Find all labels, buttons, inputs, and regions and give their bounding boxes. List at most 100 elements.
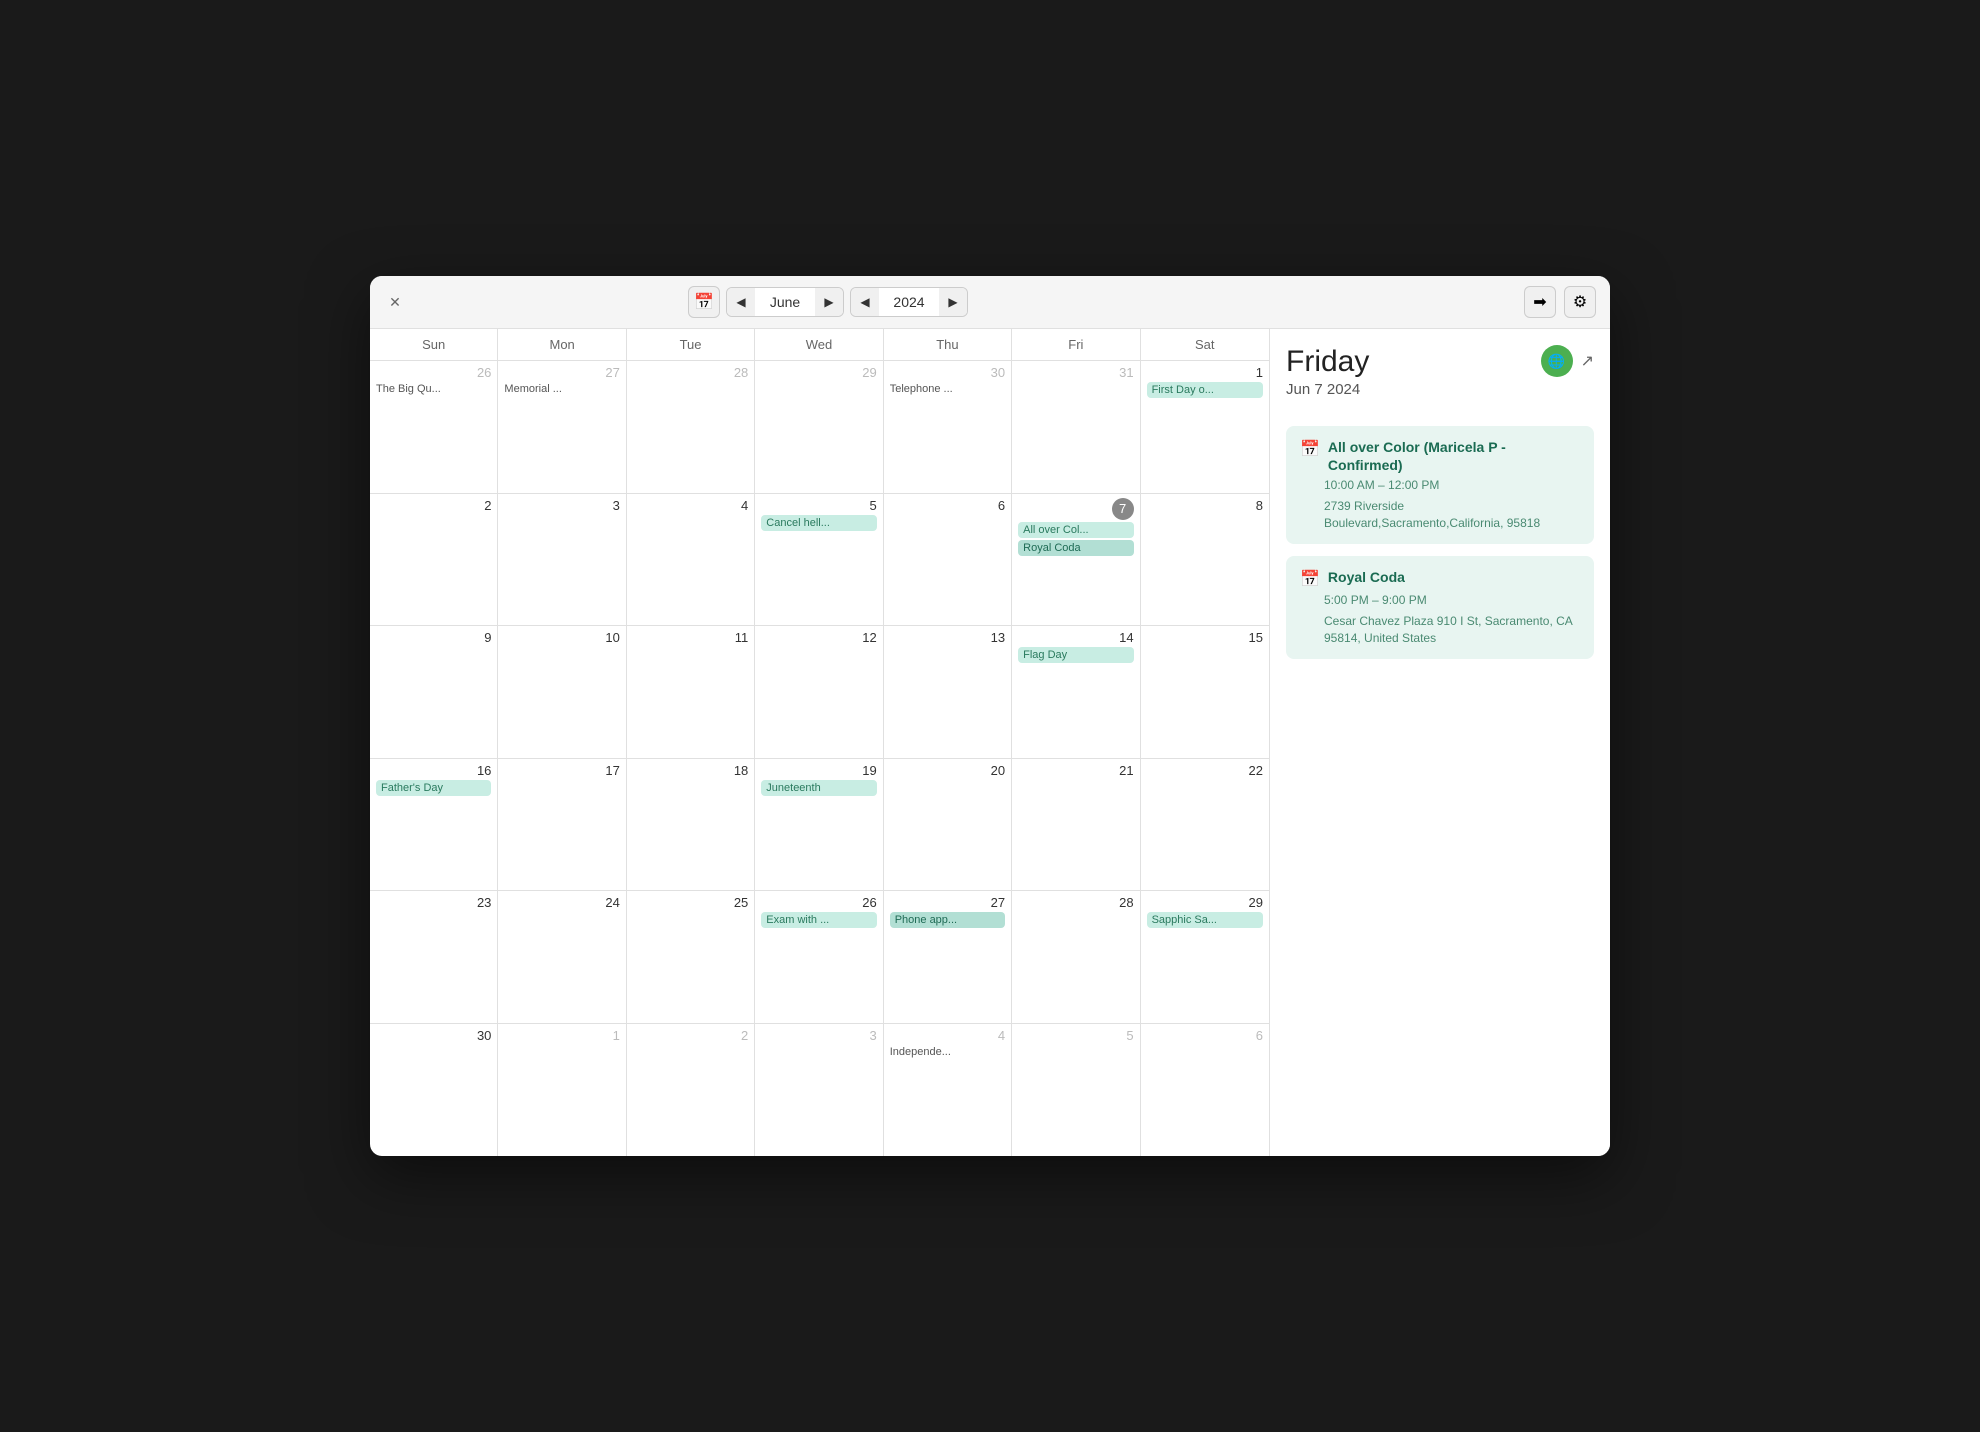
calendar-cell-2-2[interactable]: 11: [627, 626, 755, 758]
globe-icon-button[interactable]: 🌐: [1541, 345, 1573, 377]
cell-number: 5: [761, 498, 876, 513]
cell-number: 27: [504, 365, 619, 380]
event-chip[interactable]: Sapphic Sa...: [1147, 912, 1263, 928]
event-chip[interactable]: The Big Qu...: [376, 382, 491, 396]
cell-number: 14: [1018, 630, 1133, 645]
cell-number: 5: [1018, 1028, 1133, 1043]
calendar-event-icon-0: 📅: [1300, 439, 1320, 459]
sidebar-event-1[interactable]: 📅Royal Coda5:00 PM – 9:00 PMCesar Chavez…: [1286, 556, 1594, 659]
gear-icon: ⚙: [1573, 292, 1587, 312]
sidebar-event-address-0: 2739 Riverside Boulevard,Sacramento,Cali…: [1300, 498, 1580, 532]
calendar-cell-2-6[interactable]: 15: [1141, 626, 1269, 758]
calendar-cell-0-3[interactable]: 29: [755, 361, 883, 493]
calendar-cell-4-1[interactable]: 24: [498, 891, 626, 1023]
calendar-cell-4-3[interactable]: 26Exam with ...: [755, 891, 883, 1023]
calendar-event-icon-1: 📅: [1300, 569, 1320, 589]
day-headers: SunMonTueWedThuFriSat: [370, 329, 1269, 361]
calendar-cell-3-0[interactable]: 16Father's Day: [370, 759, 498, 891]
event-chip[interactable]: First Day o...: [1147, 382, 1263, 398]
event-chip[interactable]: Memorial ...: [504, 382, 619, 396]
calendar-cell-2-5[interactable]: 14 Flag Day: [1012, 626, 1140, 758]
calendar-cell-2-4[interactable]: 13: [884, 626, 1012, 758]
calendar-cell-1-2[interactable]: 4: [627, 494, 755, 626]
event-chip[interactable]: Father's Day: [376, 780, 491, 796]
month-nav-group: ◀ June ▶: [726, 287, 844, 317]
cell-number: 1: [504, 1028, 619, 1043]
calendar-cell-4-4[interactable]: 27Phone app...: [884, 891, 1012, 1023]
calendar-cell-2-1[interactable]: 10: [498, 626, 626, 758]
event-chip[interactable]: Telephone ...: [890, 382, 1005, 396]
calendar-cell-5-1[interactable]: 1: [498, 1024, 626, 1157]
calendar-cell-0-2[interactable]: 28: [627, 361, 755, 493]
event-chip[interactable]: Exam with ...: [761, 912, 876, 928]
calendar-cell-3-6[interactable]: 22: [1141, 759, 1269, 891]
export-button[interactable]: ➡: [1524, 286, 1556, 318]
event-chip[interactable]: Royal Coda: [1018, 540, 1133, 556]
event-chip[interactable]: Juneteenth: [761, 780, 876, 796]
header-center: 📅 ◀ June ▶ ◀ 2024 ▶: [688, 286, 968, 318]
next-year-button[interactable]: ▶: [939, 288, 967, 316]
calendar-cell-0-6[interactable]: 1 First Day o...: [1141, 361, 1269, 493]
calendar-cell-5-2[interactable]: 2: [627, 1024, 755, 1157]
sidebar-event-0[interactable]: 📅All over Color (Maricela P - Confirmed)…: [1286, 426, 1594, 544]
calendar-cell-0-1[interactable]: 27 Memorial ...: [498, 361, 626, 493]
calendar-week-3: 16Father's Day 17 1819Juneteenth 20 2122: [370, 759, 1269, 892]
cell-number: 6: [890, 498, 1005, 513]
export-icon: ➡: [1533, 292, 1546, 312]
calendar-cell-2-0[interactable]: 9: [370, 626, 498, 758]
event-chip[interactable]: Flag Day: [1018, 647, 1133, 663]
calendar-cell-4-0[interactable]: 23: [370, 891, 498, 1023]
cell-number: 12: [761, 630, 876, 645]
next-month-button[interactable]: ▶: [815, 288, 843, 316]
settings-button[interactable]: ⚙: [1564, 286, 1596, 318]
calendar-cell-1-4[interactable]: 6: [884, 494, 1012, 626]
cell-number: 17: [504, 763, 619, 778]
cell-number: 6: [1147, 1028, 1263, 1043]
calendar-icon-button[interactable]: 📅: [688, 286, 720, 318]
calendar-icon: 📅: [694, 292, 714, 312]
cell-number: 11: [633, 630, 748, 645]
calendar-cell-4-6[interactable]: 29Sapphic Sa...: [1141, 891, 1269, 1023]
cell-number: 23: [376, 895, 491, 910]
header: ✕ 📅 ◀ June ▶ ◀ 2024 ▶ ➡ ⚙: [370, 276, 1610, 329]
calendar-cell-2-3[interactable]: 12: [755, 626, 883, 758]
calendar-cell-1-5[interactable]: 7 All over Col... Royal Coda: [1012, 494, 1140, 626]
cell-number: 7: [1112, 498, 1134, 520]
event-chip[interactable]: Cancel hell...: [761, 515, 876, 531]
calendar-cell-3-1[interactable]: 17: [498, 759, 626, 891]
calendar-cell-5-3[interactable]: 3: [755, 1024, 883, 1157]
calendar-cell-1-1[interactable]: 3: [498, 494, 626, 626]
calendar-cell-0-4[interactable]: 30Telephone ...: [884, 361, 1012, 493]
cell-number: 20: [890, 763, 1005, 778]
year-nav-group: ◀ 2024 ▶: [850, 287, 968, 317]
year-label: 2024: [879, 294, 939, 310]
calendar-cell-5-4[interactable]: 4Independe...: [884, 1024, 1012, 1157]
calendar-cell-5-0[interactable]: 30: [370, 1024, 498, 1157]
calendar-cell-4-2[interactable]: 25: [627, 891, 755, 1023]
calendar-week-4: 23 242526Exam with ...27Phone app...2829S…: [370, 891, 1269, 1024]
sidebar-date: Jun 7 2024: [1286, 381, 1541, 398]
calendar-cell-4-5[interactable]: 28: [1012, 891, 1140, 1023]
calendar-cell-1-6[interactable]: 8: [1141, 494, 1269, 626]
prev-year-button[interactable]: ◀: [851, 288, 879, 316]
calendar-cell-1-0[interactable]: 2: [370, 494, 498, 626]
calendar-cell-1-3[interactable]: 5 Cancel hell...: [755, 494, 883, 626]
expand-icon[interactable]: ↗: [1581, 351, 1594, 371]
calendar-cell-5-6[interactable]: 6: [1141, 1024, 1269, 1157]
calendar-cell-0-0[interactable]: 26 The Big Qu...: [370, 361, 498, 493]
event-chip[interactable]: Independe...: [890, 1045, 1005, 1059]
cell-number: 10: [504, 630, 619, 645]
calendar-cell-3-5[interactable]: 21: [1012, 759, 1140, 891]
calendar-cell-3-4[interactable]: 20: [884, 759, 1012, 891]
cell-number: 26: [376, 365, 491, 380]
calendar-cell-5-5[interactable]: 5: [1012, 1024, 1140, 1157]
close-button[interactable]: ✕: [384, 291, 406, 313]
calendar-cell-0-5[interactable]: 31: [1012, 361, 1140, 493]
calendar-cell-3-3[interactable]: 19Juneteenth: [755, 759, 883, 891]
cell-number: 1: [1147, 365, 1263, 380]
sidebar-event-header-1: 📅Royal Coda: [1300, 568, 1580, 589]
prev-month-button[interactable]: ◀: [727, 288, 755, 316]
event-chip[interactable]: Phone app...: [890, 912, 1005, 928]
event-chip[interactable]: All over Col...: [1018, 522, 1133, 538]
calendar-cell-3-2[interactable]: 18: [627, 759, 755, 891]
